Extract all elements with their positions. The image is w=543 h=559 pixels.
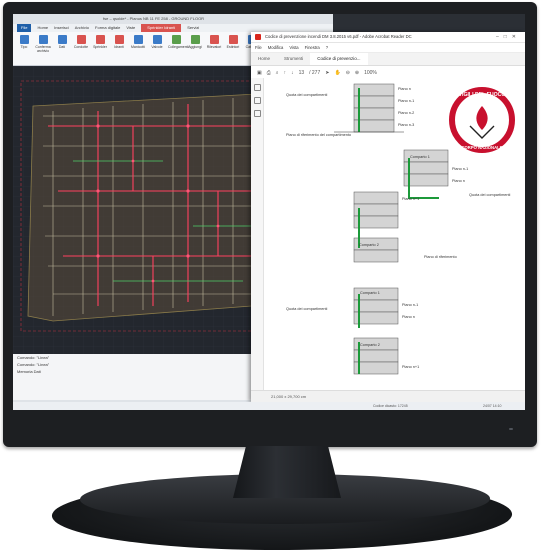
ribbon-rilevatori-button[interactable]: Rilevatori: [206, 34, 222, 63]
d2-label-5: Quota dei compartimenti: [469, 193, 511, 197]
pdf-side-panel: [251, 78, 264, 390]
sprinkler-icon: [95, 35, 105, 44]
zoom-in-icon[interactable]: ⊕: [355, 70, 359, 76]
ribbon-estintori-button[interactable]: Estintori: [225, 34, 241, 63]
tab-forma[interactable]: Forma digitale: [95, 24, 120, 32]
tab-home[interactable]: Home: [251, 53, 277, 65]
window-controls[interactable]: –□✕: [496, 32, 521, 42]
manicotti-icon: [133, 35, 143, 44]
ribbon-dati-button[interactable]: Dati: [54, 34, 70, 63]
d3-label-5: Quota dei compartimenti: [286, 307, 328, 311]
zoom-level[interactable]: 100%: [364, 70, 377, 76]
pdf-window-title: Codice di prevenzione incendi DM 3.8.201…: [265, 34, 412, 39]
pdf-title-bar: Codice di prevenzione incendi DM 3.8.201…: [251, 32, 525, 43]
bookmark-icon[interactable]: [253, 84, 261, 91]
dati-icon: [57, 35, 67, 44]
monitor-stand-neck: [233, 446, 341, 498]
pdf-body: Piano n Piano n-1 Piano n-2 Piano n-3 Qu…: [251, 78, 525, 390]
windows-status-bar: Codice dicasto: 17245 24/07 14:10: [13, 402, 525, 410]
d1-label-3: Piano n-3: [398, 123, 414, 127]
tab-file[interactable]: File: [17, 24, 32, 32]
power-led-icon: [509, 428, 513, 430]
monitor-bezel-bottom: [3, 412, 537, 447]
d1-label-2: Piano n-2: [398, 111, 414, 115]
monitor-screen: fse – qsolde* - Planus NB 11 FE 258 - GR…: [13, 14, 525, 410]
attachment-icon[interactable]: [253, 97, 261, 104]
menu-vista[interactable]: Vista: [289, 43, 298, 52]
d1-label-5: Piano di riferimento del compartimento: [286, 133, 351, 137]
tipo-icon: [19, 35, 29, 44]
d2-label-2: Piano n: [452, 179, 465, 183]
d3-label-0: Comparto 1: [360, 291, 380, 295]
badge-line1: VIGILI DEL FUOCO: [459, 92, 506, 98]
d2-label-1: Piano n-1: [452, 167, 468, 171]
search-icon[interactable]: ⌕: [276, 70, 279, 76]
d2-label-6: Piano di riferimento: [424, 255, 457, 259]
ribbon-conferma-button[interactable]: Conferma archivio: [35, 34, 51, 63]
cad-title: fse – qsolde* - Planus NB 11 FE 258 - GR…: [13, 14, 333, 24]
footer-left-text: Codice dicasto: 17245: [373, 404, 408, 408]
d3-label-3: Comparto 2: [360, 343, 380, 347]
prev-page-icon[interactable]: ↑: [284, 70, 287, 76]
menu-help[interactable]: ?: [326, 43, 328, 52]
ribbon-aggiungi-button[interactable]: Aggiungi: [187, 34, 203, 63]
pages-icon[interactable]: [253, 110, 261, 117]
save-icon[interactable]: ▣: [257, 70, 262, 76]
tab-viste[interactable]: Viste: [126, 24, 135, 32]
d3-label-1: Piano n-1: [402, 303, 418, 307]
pdf-menu-bar: File Modifica Vista Finestra ?: [251, 43, 525, 53]
zoom-out-icon[interactable]: ⊖: [346, 70, 350, 76]
menu-modifica[interactable]: Modifica: [268, 43, 284, 52]
ribbon-sprinkler-button[interactable]: Sprinkler: [92, 34, 108, 63]
pdf-reader-window: Codice di prevenzione incendi DM 3.8.201…: [251, 32, 525, 402]
d2-label-0: Comparto 1: [410, 155, 430, 159]
tab-strumenti[interactable]: Strumenti: [277, 53, 310, 65]
select-icon[interactable]: ➤: [325, 70, 329, 76]
d1-label-0: Piano n: [398, 87, 411, 91]
d2-label-4: Comparto 2: [359, 243, 379, 247]
pdf-status-bar: 21,000 x 29,700 cm: [251, 390, 525, 402]
condotte-icon: [76, 35, 86, 44]
detector-icon: [209, 35, 219, 44]
add-icon: [190, 35, 200, 44]
tab-servizi[interactable]: Servizi: [187, 24, 199, 32]
pdf-tabs: Home Strumenti Codice di prevenzio...: [251, 53, 525, 66]
d2-label-3: Piano n+1: [402, 197, 419, 201]
hydrant-icon: [114, 35, 124, 44]
ribbon-idranti-button[interactable]: Idranti: [111, 34, 127, 63]
cad-ribbon-tabs: File Home Inserisci Archivio Forma digit…: [13, 24, 333, 32]
tab-archivio[interactable]: Archivio: [75, 24, 89, 32]
tab-sprinkler-context[interactable]: Sprinkler Idranti: [141, 24, 182, 32]
compartment-diagram: Piano n Piano n-1 Piano n-2 Piano n-3 Qu…: [286, 83, 515, 375]
link-icon: [171, 35, 181, 44]
menu-finestra[interactable]: Finestra: [305, 43, 320, 52]
tab-inserisci[interactable]: Inserisci: [54, 24, 69, 32]
valve-icon: [152, 35, 162, 44]
extinguisher-icon: [228, 35, 238, 44]
conferma-icon: [38, 35, 48, 44]
next-page-icon[interactable]: ↓: [291, 70, 294, 76]
tab-document[interactable]: Codice di prevenzio...: [310, 53, 368, 65]
ribbon-valvole-button[interactable]: Valvole: [149, 34, 165, 63]
badge-line2: CORPO NAZIONALE: [462, 145, 503, 150]
d1-label-1: Piano n-1: [398, 99, 414, 103]
d3-label-4: Piano n+1: [402, 365, 419, 369]
print-icon[interactable]: ⎙: [267, 70, 271, 76]
hand-icon[interactable]: ✋: [334, 70, 340, 76]
page-total: / 277: [309, 70, 321, 76]
ribbon-manicotti-button[interactable]: Manicotti: [130, 34, 146, 63]
pdf-page[interactable]: Piano n Piano n-1 Piano n-2 Piano n-3 Qu…: [264, 78, 525, 390]
vigili-del-fuoco-badge: VIGILI DEL FUOCO CORPO NAZIONALE: [449, 87, 515, 153]
ribbon-tipo-button[interactable]: Tipo: [16, 34, 32, 63]
ribbon-collegamenti-button[interactable]: Collegamenti: [168, 34, 188, 63]
page-number-input[interactable]: 13: [299, 70, 305, 76]
footer-right-text: 24/07 14:10: [483, 404, 502, 408]
tab-home[interactable]: Home: [37, 24, 48, 32]
d1-label-4: Quota dei compartimenti: [286, 93, 328, 97]
menu-file[interactable]: File: [255, 43, 262, 52]
d3-label-2: Piano n: [402, 315, 415, 319]
acrobat-logo-icon: [255, 34, 261, 40]
ribbon-condotte-button[interactable]: Condotte: [73, 34, 89, 63]
monitor-frame: fse – qsolde* - Planus NB 11 FE 258 - GR…: [3, 2, 537, 447]
